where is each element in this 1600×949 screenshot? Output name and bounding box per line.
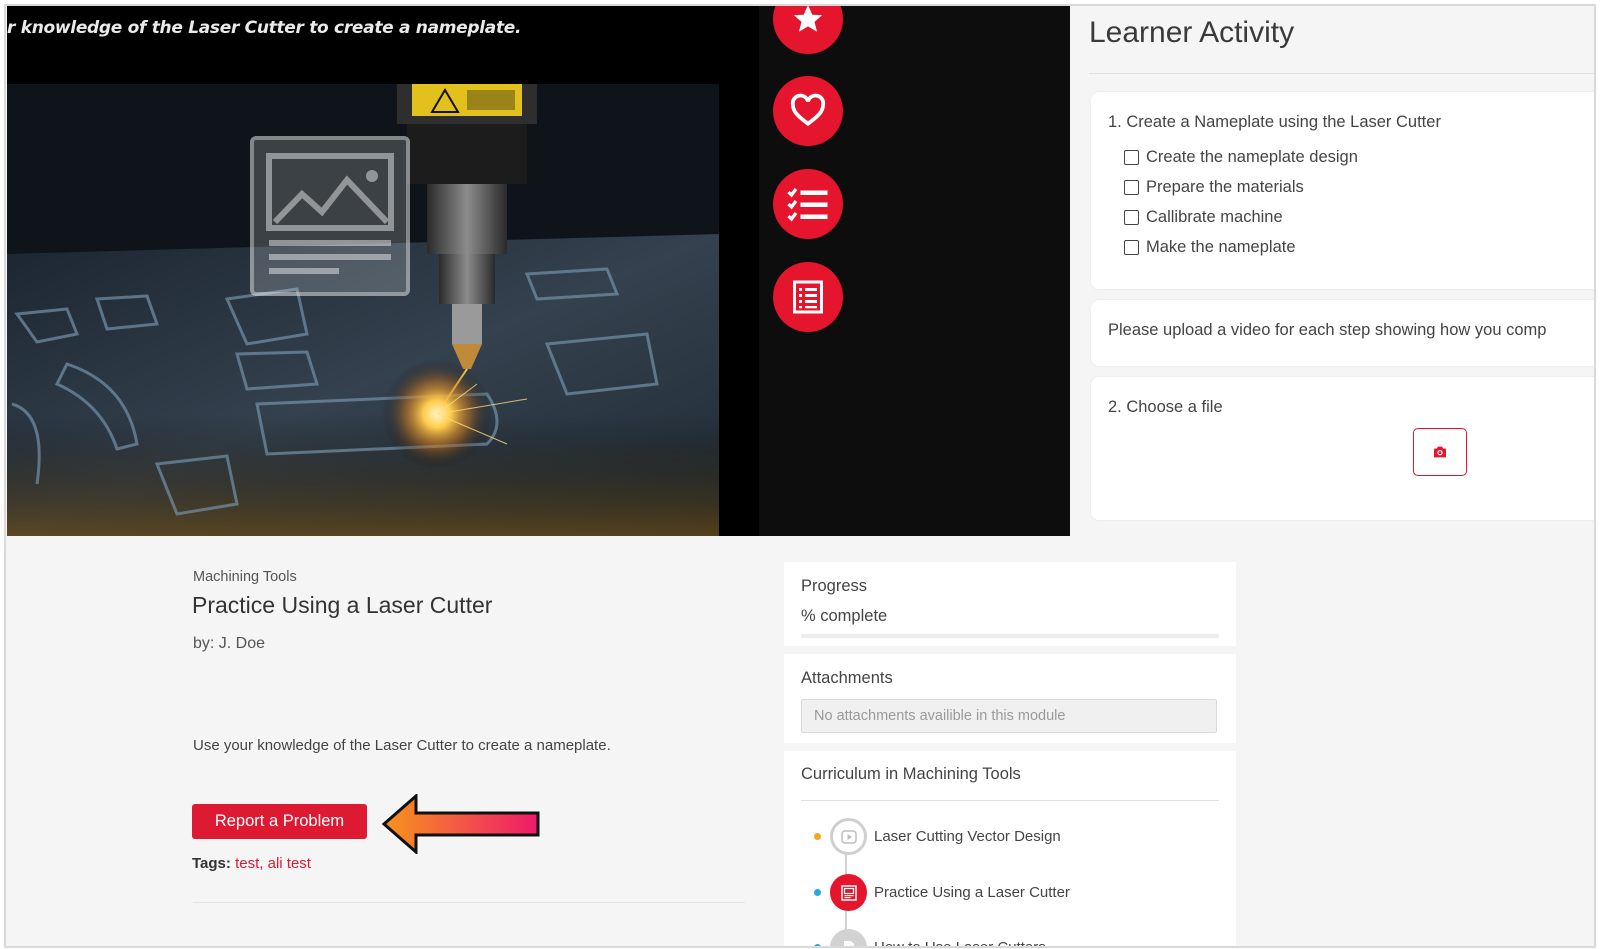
progress-panel: Progress % complete bbox=[784, 562, 1236, 646]
tag-link[interactable]: ali test bbox=[268, 855, 311, 872]
tags-line: Tags: test, ali test bbox=[192, 855, 311, 872]
step-label: Create the nameplate design bbox=[1146, 148, 1358, 166]
divider bbox=[801, 800, 1219, 801]
curriculum-item-label: Practice Using a Laser Cutter bbox=[874, 884, 1070, 901]
upload-file-button[interactable] bbox=[1413, 428, 1467, 476]
page-frame: r knowledge of the Laser Cutter to creat… bbox=[4, 4, 1596, 948]
task-2-heading: 2. Choose a file bbox=[1108, 398, 1223, 416]
checkbox[interactable] bbox=[1124, 150, 1139, 165]
step-label: Make the nameplate bbox=[1146, 238, 1296, 256]
task-2-card: 2. Choose a file bbox=[1091, 377, 1594, 520]
video-icon bbox=[830, 818, 867, 855]
learner-activity-title: Learner Activity bbox=[1089, 16, 1295, 49]
attachments-label: Attachments bbox=[801, 669, 893, 687]
document-icon bbox=[830, 929, 867, 946]
curriculum-panel: Curriculum in Machining Tools Laser Cutt… bbox=[784, 751, 1236, 948]
step-checkbox-materials[interactable]: Prepare the materials bbox=[1124, 178, 1304, 197]
progress-label: Progress bbox=[801, 577, 868, 595]
checkbox[interactable] bbox=[1124, 210, 1139, 225]
like-heart-button[interactable] bbox=[773, 76, 843, 146]
curriculum-item-practice-laser-cutter[interactable]: Practice Using a Laser Cutter bbox=[814, 874, 1070, 911]
instruction-card: Please upload a video for each step show… bbox=[1091, 300, 1594, 366]
status-dot bbox=[814, 833, 821, 840]
curriculum-item-how-to-use[interactable]: How to Use Laser Cutters bbox=[814, 929, 1046, 948]
camera-icon bbox=[1434, 446, 1446, 458]
star-icon bbox=[793, 6, 823, 32]
document-list-icon bbox=[793, 280, 823, 314]
author-byline: by: J. Doe bbox=[193, 635, 266, 652]
category-label: Machining Tools bbox=[193, 569, 297, 585]
tag-link[interactable]: test bbox=[235, 855, 259, 872]
heart-icon bbox=[790, 93, 826, 127]
status-dot bbox=[814, 944, 821, 946]
document-list-button[interactable] bbox=[773, 262, 843, 332]
hero-caption: r knowledge of the Laser Cutter to creat… bbox=[7, 18, 522, 38]
task-1-heading: 1. Create a Nameplate using the Laser Cu… bbox=[1108, 113, 1441, 131]
curriculum-item-label: How to Use Laser Cutters bbox=[874, 939, 1046, 948]
divider bbox=[193, 902, 745, 903]
module-description: Use your knowledge of the Laser Cutter t… bbox=[193, 737, 611, 754]
divider bbox=[1089, 73, 1594, 74]
status-dot bbox=[814, 889, 821, 896]
report-problem-button[interactable]: Report a Problem bbox=[192, 804, 367, 839]
task-1-card: 1. Create a Nameplate using the Laser Cu… bbox=[1091, 92, 1594, 289]
progress-percent: % complete bbox=[801, 607, 888, 625]
curriculum-item-label: Laser Cutting Vector Design bbox=[874, 828, 1061, 845]
laser-cutter-photo bbox=[7, 84, 719, 536]
step-checkbox-calibrate[interactable]: Callibrate machine bbox=[1124, 208, 1283, 227]
attachments-panel: Attachments No attachments availible in … bbox=[784, 654, 1236, 743]
activity-icon bbox=[830, 874, 867, 911]
step-checkbox-make[interactable]: Make the nameplate bbox=[1124, 238, 1296, 257]
step-label: Callibrate machine bbox=[1146, 208, 1283, 226]
hero-banner: r knowledge of the Laser Cutter to creat… bbox=[7, 6, 1070, 536]
tags-label: Tags: bbox=[192, 855, 231, 872]
progress-bar bbox=[801, 634, 1219, 638]
checklist-icon bbox=[787, 188, 828, 222]
step-checkbox-design[interactable]: Create the nameplate design bbox=[1124, 148, 1358, 167]
tag-separator: , bbox=[259, 855, 268, 872]
checkbox[interactable] bbox=[1124, 180, 1139, 195]
curriculum-label: Curriculum in Machining Tools bbox=[801, 765, 1021, 783]
annotation-arrow bbox=[382, 794, 540, 854]
attachments-empty: No attachments availible in this module bbox=[801, 699, 1217, 733]
checklist-button[interactable] bbox=[773, 169, 843, 239]
upload-instruction: Please upload a video for each step show… bbox=[1108, 321, 1547, 339]
page-title: Practice Using a Laser Cutter bbox=[192, 592, 493, 618]
checkbox[interactable] bbox=[1124, 240, 1139, 255]
step-label: Prepare the materials bbox=[1146, 178, 1304, 196]
curriculum-item-vector-design[interactable]: Laser Cutting Vector Design bbox=[814, 818, 1061, 855]
